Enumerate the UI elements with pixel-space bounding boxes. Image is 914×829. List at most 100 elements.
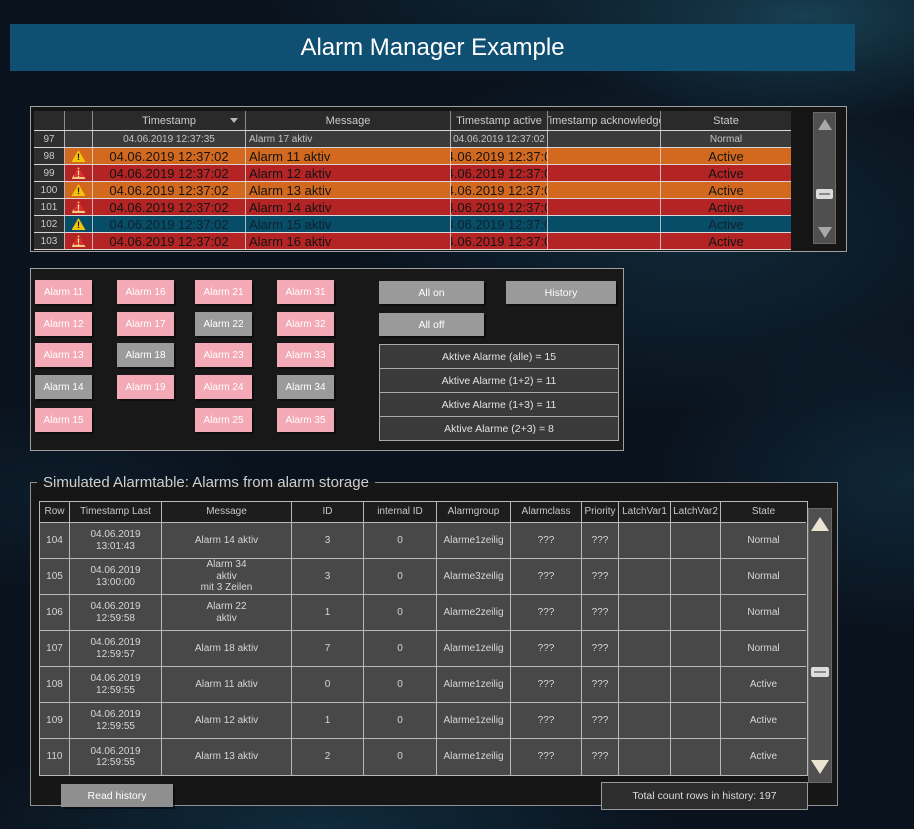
alarm-toggle-button[interactable]: Alarm 11 (35, 280, 92, 304)
timestamp-active-cell: 04.06.2019 12:37:02 (451, 148, 548, 164)
internal-id-cell: 0 (364, 631, 437, 667)
alarmclass-cell: ??? (511, 667, 582, 703)
scroll-up-icon[interactable] (809, 509, 831, 539)
history-table-header: RowTimestamp LastMessageIDinternal IDAla… (40, 502, 807, 523)
alarm-toggle-button[interactable]: Alarm 15 (35, 408, 92, 432)
alarm-icon-cell: ! (65, 216, 93, 232)
alarm-row[interactable]: 101!04.06.2019 12:37:02Alarm 14 aktiv04.… (34, 199, 791, 216)
message-cell: Alarm 11 aktiv (246, 148, 451, 164)
column-header-alarmgroup: Alarmgroup (437, 502, 511, 523)
all-on-button[interactable]: All on (379, 281, 484, 304)
alarm-row[interactable]: 100!04.06.2019 12:37:02Alarm 13 aktiv04.… (34, 182, 791, 199)
latchvar2-cell (671, 739, 721, 775)
column-header-latchvar1: LatchVar1 (619, 502, 671, 523)
alarm-toggle-button[interactable]: Alarm 32 (277, 312, 334, 336)
history-row[interactable]: 10804.06.2019 12:59:55Alarm 11 aktiv00Al… (40, 667, 807, 703)
warning-icon-yellow: ! (72, 218, 86, 230)
priority-cell: ??? (582, 559, 619, 595)
all-off-button[interactable]: All off (379, 313, 484, 336)
internal-id-cell: 0 (364, 595, 437, 631)
alarmclass-cell: ??? (511, 559, 582, 595)
alarm-toggle-button[interactable]: Alarm 31 (277, 280, 334, 304)
alarm-row[interactable]: 9704.06.2019 12:37:35Alarm 17 aktiv04.06… (34, 131, 791, 148)
state-cell: Active (661, 199, 791, 215)
timestamp-active-cell: 04.06.2019 12:37:02 (451, 233, 548, 249)
id-cell: 1 (292, 703, 364, 739)
alarm-toggle-button[interactable]: Alarm 24 (195, 375, 252, 399)
alarm-toggle-button[interactable]: Alarm 25 (195, 408, 252, 432)
history-row[interactable]: 10904.06.2019 12:59:55Alarm 12 aktiv10Al… (40, 703, 807, 739)
message-cell: Alarm 34 aktiv mit 3 Zeilen (162, 559, 292, 595)
alarm-icon-cell: ! (65, 182, 93, 198)
message-cell: Alarm 15 aktiv (246, 216, 451, 232)
scroll-track[interactable] (809, 539, 831, 752)
timestamp-last-cell: 04.06.2019 13:01:43 (70, 523, 162, 559)
timestamp-active-cell: 04.06.2019 12:37:02 (451, 216, 548, 232)
internal-id-cell: 0 (364, 559, 437, 595)
alarm-toggle-button[interactable]: Alarm 35 (277, 408, 334, 432)
alarm-row[interactable]: 102! 04.06.2019 12:37:02Alarm 15 aktiv04.… (34, 216, 791, 233)
alarm-toggle-button[interactable]: Alarm 17 (117, 312, 174, 336)
history-row[interactable]: 11004.06.2019 12:59:55Alarm 13 aktiv20Al… (40, 739, 807, 775)
alarm-toggle-button[interactable]: Alarm 16 (117, 280, 174, 304)
history-row[interactable]: 10604.06.2019 12:59:58Alarm 22 aktiv10Al… (40, 595, 807, 631)
alarm-row[interactable]: 103!04.06.2019 12:37:02Alarm 16 aktiv04.… (34, 233, 791, 250)
timestamp-acknowledge-cell (548, 216, 661, 232)
alarm-toggle-button[interactable]: Alarm 18 (117, 343, 174, 367)
scroll-thumb[interactable] (811, 667, 829, 677)
timestamp-cell: 04.06.2019 12:37:02 (93, 199, 246, 215)
column-header-timestamp[interactable]: Timestamp (93, 111, 246, 130)
latchvar2-cell (671, 631, 721, 667)
alarm-table: Timestamp Message Timestamp active Times… (34, 111, 791, 250)
scroll-thumb[interactable] (816, 189, 833, 199)
history-table-body: 10404.06.2019 13:01:43Alarm 14 aktiv30Al… (40, 523, 807, 775)
priority-cell: ??? (582, 595, 619, 631)
history-row[interactable]: 10404.06.2019 13:01:43Alarm 14 aktiv30Al… (40, 523, 807, 559)
alarm-toggle-button[interactable]: Alarm 34 (277, 375, 334, 399)
history-row[interactable]: 10704.06.2019 12:59:57Alarm 18 aktiv70Al… (40, 631, 807, 667)
timestamp-cell: 04.06.2019 12:37:35 (93, 131, 246, 147)
history-row[interactable]: 10504.06.2019 13:00:00Alarm 34 aktiv mit… (40, 559, 807, 595)
alarm-row[interactable]: 98!04.06.2019 12:37:02Alarm 11 aktiv04.0… (34, 148, 791, 165)
scroll-down-icon[interactable] (814, 221, 835, 243)
priority-cell: ??? (582, 739, 619, 775)
row-number-cell: 102 (34, 216, 65, 232)
alarm-toggle-button[interactable]: Alarm 19 (117, 375, 174, 399)
state-cell: Normal (661, 131, 791, 147)
history-button[interactable]: History (506, 281, 616, 304)
active-alarm-counter: Aktive Alarme (1+3) = 11 (380, 393, 618, 417)
timestamp-acknowledge-cell (548, 148, 661, 164)
alarm-toggle-button[interactable]: Alarm 12 (35, 312, 92, 336)
column-header-timestamp-active: Timestamp active (451, 111, 548, 130)
latchvar1-cell (619, 739, 671, 775)
alarm-toggle-button[interactable]: Alarm 22 (195, 312, 252, 336)
alarm-toggle-button[interactable]: Alarm 14 (35, 375, 92, 399)
history-table-scrollbar[interactable] (808, 508, 832, 783)
sort-dropdown-icon[interactable] (230, 118, 238, 123)
state-cell: Active (661, 216, 791, 232)
column-header-internal-id: internal ID (364, 502, 437, 523)
internal-id-cell: 0 (364, 703, 437, 739)
column-header-timestamp-last: Timestamp Last (70, 502, 162, 523)
alarm-toggle-button[interactable]: Alarm 21 (195, 280, 252, 304)
alarm-toggle-button[interactable]: Alarm 33 (277, 343, 334, 367)
read-history-button[interactable]: Read history (61, 784, 173, 807)
column-header-row: Row (40, 502, 70, 523)
alarm-toggle-button[interactable]: Alarm 13 (35, 343, 92, 367)
warning-icon-yellow: ! (72, 150, 86, 162)
alarm-table-scrollbar[interactable] (813, 112, 836, 244)
timestamp-last-cell: 04.06.2019 12:59:55 (70, 703, 162, 739)
id-cell: 1 (292, 595, 364, 631)
alarm-row[interactable]: 99!04.06.2019 12:37:02Alarm 12 aktiv04.0… (34, 165, 791, 182)
timestamp-cell: 04.06.2019 12:37:02 (93, 216, 246, 232)
state-cell: Normal (721, 631, 806, 667)
scroll-track[interactable] (814, 135, 835, 221)
scroll-up-icon[interactable] (814, 113, 835, 135)
scroll-down-icon[interactable] (809, 752, 831, 782)
alarm-toggle-button[interactable]: Alarm 23 (195, 343, 252, 367)
message-cell: Alarm 11 aktiv (162, 667, 292, 703)
latchvar1-cell (619, 667, 671, 703)
message-cell: Alarm 13 aktiv (162, 739, 292, 775)
timestamp-active-cell: 04.06.2019 12:37:02 (451, 182, 548, 198)
id-cell: 3 (292, 523, 364, 559)
